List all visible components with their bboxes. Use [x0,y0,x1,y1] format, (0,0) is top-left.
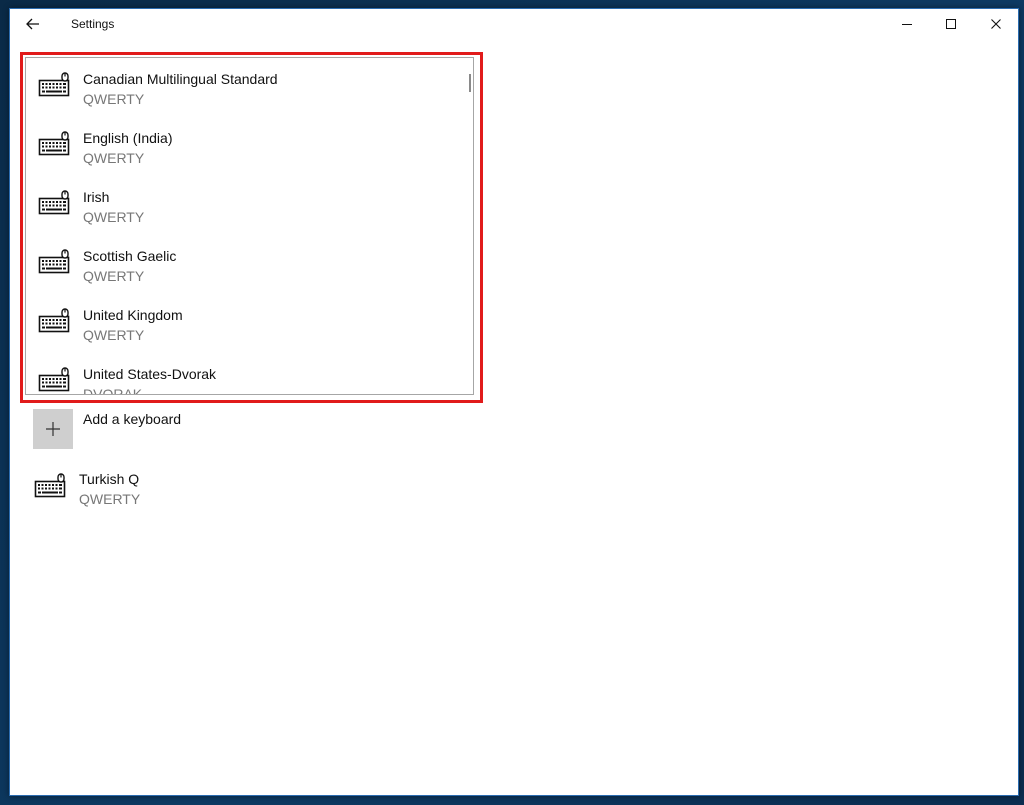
close-button[interactable] [981,13,1011,35]
keyboard-icon [38,131,70,157]
add-keyboard-label: Add a keyboard [83,411,182,427]
list-item[interactable]: United States-Dvorak DVORAK [26,353,473,395]
keyboard-icon [38,367,70,393]
keyboard-icon [38,72,70,98]
keyboard-layout: QWERTY [83,268,145,284]
list-item[interactable]: United Kingdom QWERTY [26,294,473,353]
keyboard-icon [38,308,70,334]
list-item[interactable]: Scottish Gaelic QWERTY [26,235,473,294]
title-bar: Settings [10,9,1018,39]
keyboard-name: United States-Dvorak [83,366,217,382]
keyboard-layout: QWERTY [83,91,145,107]
keyboard-options-list[interactable]: Canadian Multilingual Standard QWERTY En… [25,57,474,395]
keyboard-name: Scottish Gaelic [83,248,177,264]
minimize-icon [902,24,912,25]
keyboard-layout: DVORAK [83,386,143,395]
keyboard-name: Irish [83,189,110,205]
keyboard-layout: QWERTY [83,209,145,225]
installed-keyboard[interactable]: Turkish Q QWERTY [30,467,330,517]
keyboard-layout: QWERTY [83,150,145,166]
keyboard-name: United Kingdom [83,307,183,323]
back-arrow-icon [26,18,39,30]
keyboard-name: English (India) [83,130,173,146]
plus-icon [46,422,60,436]
add-keyboard-button[interactable]: Add a keyboard [33,409,333,449]
keyboard-icon [38,249,70,275]
list-item[interactable]: Irish QWERTY [26,176,473,235]
settings-window: Settings Canadian Multilingual Standard … [9,8,1019,796]
keyboard-name: Canadian Multilingual Standard [83,71,278,87]
list-item[interactable]: English (India) QWERTY [26,117,473,176]
installed-keyboard-layout: QWERTY [79,491,141,507]
keyboard-icon [34,473,66,499]
maximize-button[interactable] [936,13,966,35]
close-icon [991,19,1001,29]
list-item[interactable]: Canadian Multilingual Standard QWERTY [26,58,473,117]
keyboard-layout: QWERTY [83,327,145,343]
keyboard-icon [38,190,70,216]
window-title: Settings [71,17,115,31]
minimize-button[interactable] [892,13,922,35]
add-tile [33,409,73,449]
scrollbar-thumb[interactable] [469,74,471,92]
installed-keyboard-name: Turkish Q [79,471,140,487]
maximize-icon [946,19,956,29]
back-button[interactable] [22,14,44,34]
